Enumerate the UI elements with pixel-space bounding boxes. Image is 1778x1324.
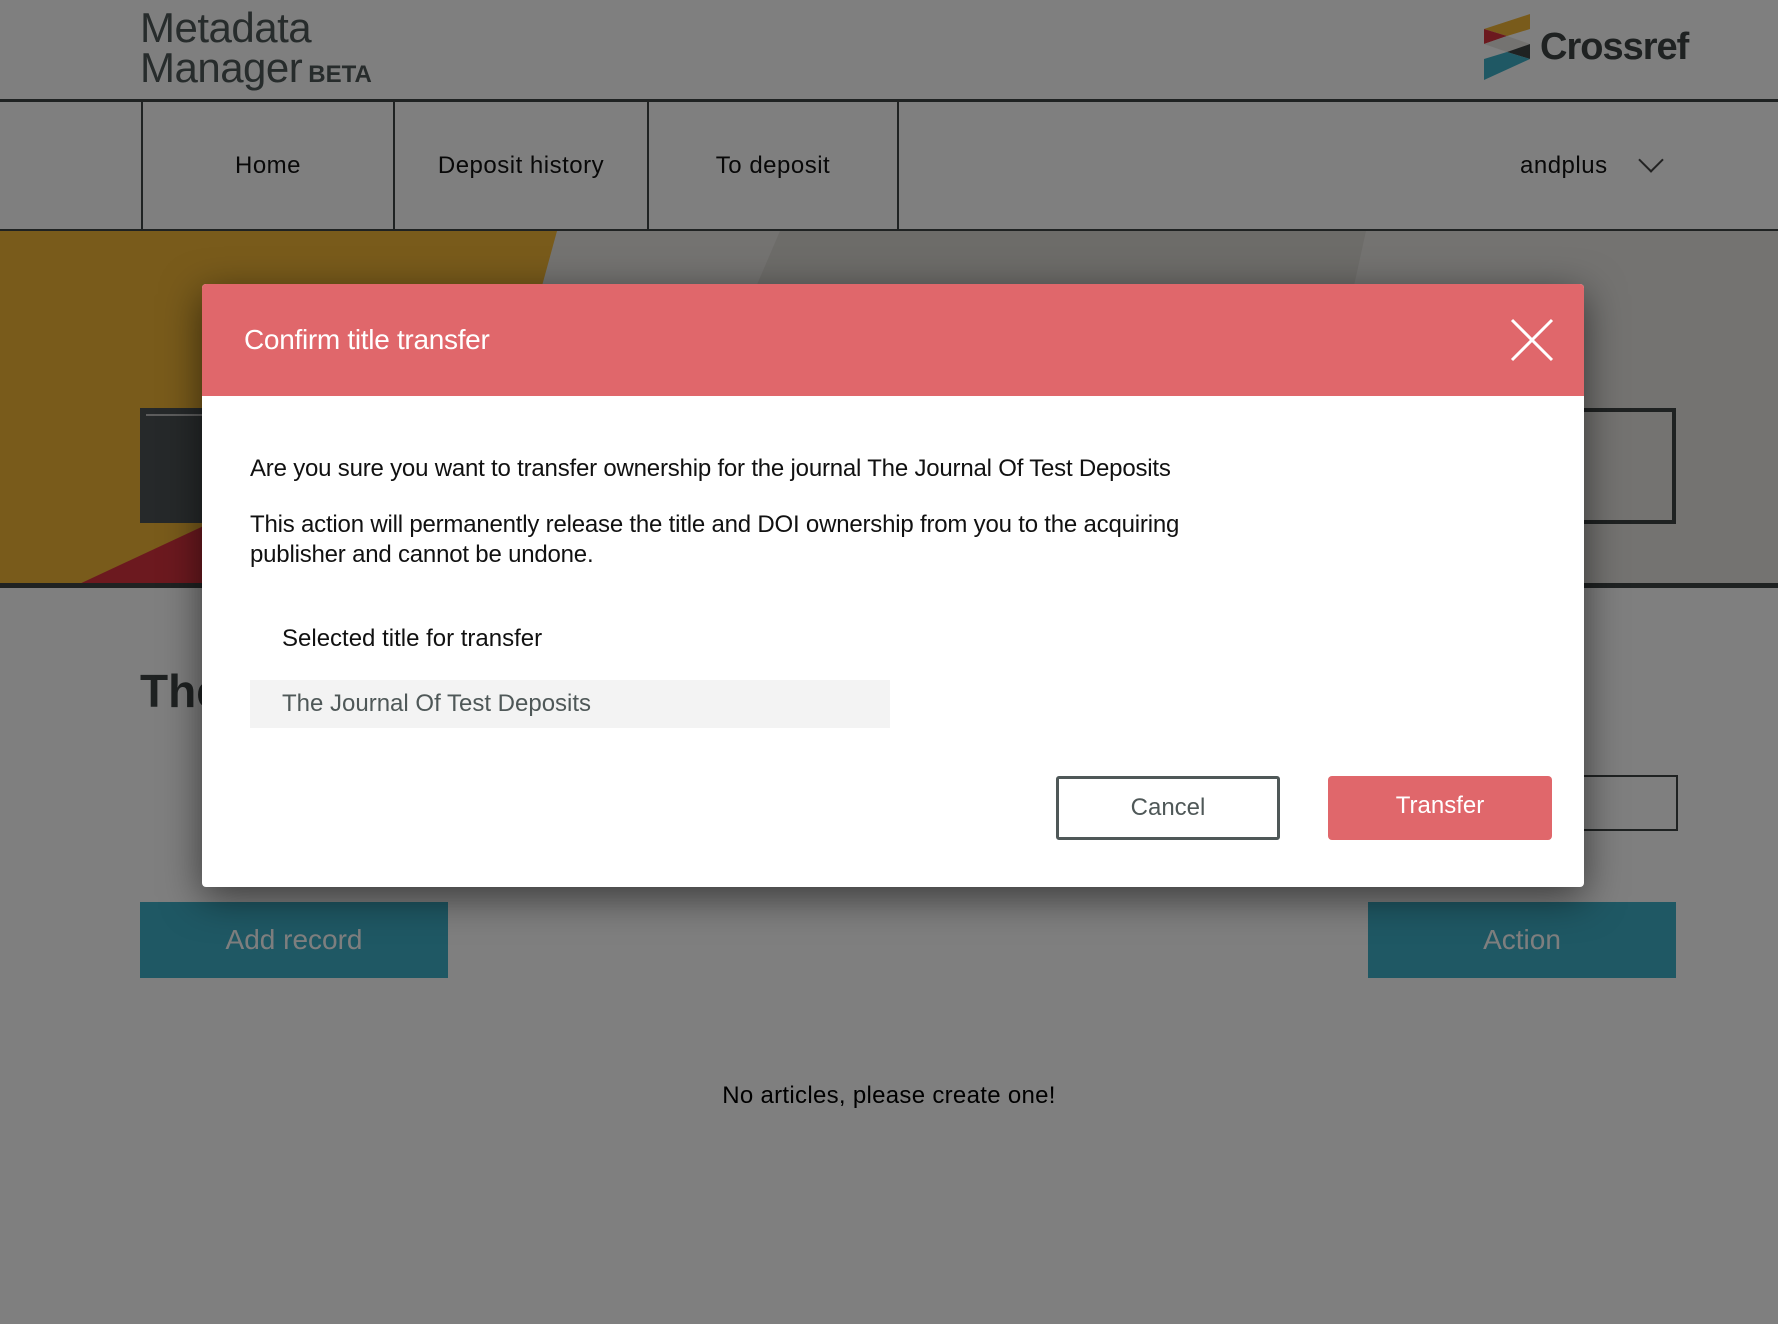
transfer-button[interactable]: Transfer [1328,776,1552,840]
close-icon [1510,318,1554,362]
transfer-label: Transfer [1395,792,1485,819]
modal-title: Confirm title transfer [244,324,490,355]
confirm-question: Are you sure you want to transfer owners… [250,455,1171,482]
cancel-label: Cancel [1130,794,1206,821]
selected-title-label: Selected title for transfer [282,625,543,652]
selected-title-field: The Journal Of Test Deposits [250,680,890,728]
cancel-button[interactable]: Cancel [1056,776,1280,840]
modal-header: Confirm title transfer [202,284,1584,396]
close-button[interactable] [1504,312,1560,368]
selected-title-value: The Journal Of Test Deposits [282,690,592,717]
confirm-transfer-modal: Confirm title transfer Are you sure you … [202,284,1584,887]
irreversible-warning: This action will permanently release the… [250,511,1180,568]
